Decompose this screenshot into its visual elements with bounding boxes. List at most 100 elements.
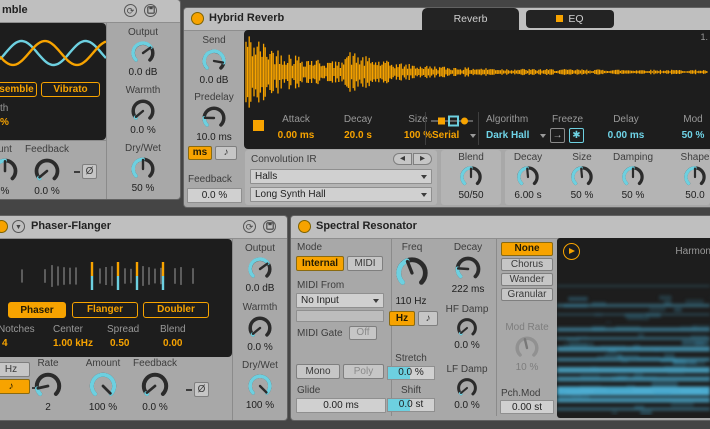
voices-poly-button[interactable]: Poly bbox=[343, 364, 384, 379]
algorithm-selector[interactable]: Dark Hall bbox=[486, 130, 529, 141]
knob-value[interactable]: 6.00 s bbox=[505, 190, 556, 201]
stretch-slider[interactable]: 0.0 % bbox=[387, 366, 435, 380]
attack-value[interactable]: 0.00 ms bbox=[266, 130, 326, 141]
fold-device-icon[interactable]: ▼ bbox=[12, 220, 25, 233]
device-activator-led[interactable] bbox=[298, 220, 311, 233]
freeze-route-button[interactable]: → bbox=[550, 128, 565, 143]
routing-selector[interactable]: Serial bbox=[432, 130, 459, 141]
freq-hz-button[interactable]: Hz bbox=[389, 311, 415, 326]
chorus-output-knob[interactable]: Output 0.0 dB bbox=[110, 27, 176, 78]
knob-value[interactable]: 100 % bbox=[75, 402, 131, 413]
phaser-warmth-knob[interactable]: Warmth 0.0 % bbox=[234, 302, 286, 353]
shift-slider[interactable]: 0.0 st bbox=[387, 398, 435, 412]
ir-prev-button[interactable]: ◂ bbox=[393, 153, 412, 165]
phaser-feedback-knob[interactable]: Feedback 0.0 % bbox=[127, 358, 183, 413]
lf-damp-knob[interactable]: LF Damp 0.0 % bbox=[441, 364, 493, 411]
chorus-feedback-knob[interactable]: Feedback 0.0 % bbox=[25, 144, 69, 197]
knob-value[interactable]: 50 % bbox=[110, 183, 176, 194]
predelay-ms-button[interactable]: ms bbox=[188, 146, 212, 160]
voices-mono-button[interactable]: Mono bbox=[296, 364, 340, 379]
reverb-size-knob[interactable]: Size 50 % bbox=[554, 152, 610, 201]
hf-damp-knob[interactable]: HF Damp 0.0 % bbox=[441, 304, 493, 351]
reverb-blend-knob[interactable]: Blend 50/50 bbox=[441, 152, 501, 201]
hybrid-send-knob[interactable]: Send 0.0 dB bbox=[188, 35, 240, 86]
freq-sync-note-button[interactable]: ♪ bbox=[418, 311, 438, 326]
spectral-freq-knob[interactable] bbox=[391, 254, 433, 292]
decay-value[interactable]: 20.0 s bbox=[328, 130, 388, 141]
device-activator-led[interactable] bbox=[191, 12, 204, 25]
knob-value[interactable]: 50 % bbox=[554, 190, 610, 201]
mode-midi-button[interactable]: MIDI bbox=[347, 256, 383, 271]
ir-next-button[interactable]: ▸ bbox=[413, 153, 432, 165]
knob-value[interactable]: 0.0 % bbox=[441, 400, 493, 411]
freeze-button[interactable]: ✱ bbox=[569, 128, 584, 143]
knob-value[interactable]: 0.0 % bbox=[441, 340, 493, 351]
mode-phaser-button[interactable]: Phaser bbox=[8, 302, 66, 318]
glide-field[interactable]: 0.00 ms bbox=[296, 398, 386, 413]
mod-wander-button[interactable]: Wander bbox=[501, 273, 553, 286]
ir-file-dropdown[interactable]: Long Synth Hall bbox=[250, 187, 432, 202]
mode-internal-button[interactable]: Internal bbox=[296, 256, 344, 271]
ir-category-dropdown[interactable]: Halls bbox=[250, 169, 432, 184]
knob-value[interactable]: 50 % bbox=[605, 190, 661, 201]
knob-value[interactable]: 0.0 dB bbox=[188, 75, 240, 86]
ensemble-mode-button[interactable]: semble bbox=[0, 82, 37, 97]
eq-enable-square[interactable] bbox=[556, 15, 564, 22]
chorus-phase-invert-button[interactable]: Ø bbox=[82, 164, 97, 179]
save-preset-icon[interactable] bbox=[263, 220, 276, 233]
phaser-amount-knob[interactable]: Amount 100 % bbox=[75, 358, 131, 413]
vibrato-mode-button[interactable]: Vibrato bbox=[41, 82, 100, 97]
knob-value[interactable]: 10.0 ms bbox=[186, 132, 242, 143]
hot-swap-icon[interactable]: ⟳ bbox=[124, 4, 137, 17]
mod-granular-button[interactable]: Granular bbox=[501, 288, 553, 301]
reverb-shape-knob[interactable]: Shape 50.0 bbox=[667, 152, 710, 201]
knob-value[interactable]: 222 ms bbox=[444, 284, 492, 295]
freq-value[interactable]: 110 Hz bbox=[386, 296, 436, 307]
mode-doubler-button[interactable]: Doubler bbox=[143, 302, 209, 318]
mod-rate-knob[interactable]: Mod Rate 10 % bbox=[499, 322, 555, 373]
center-value[interactable]: 1.00 kHz bbox=[53, 338, 93, 349]
preview-play-button[interactable] bbox=[563, 243, 580, 260]
hybrid-feedback-field[interactable]: 0.0 % bbox=[187, 188, 242, 203]
attack-enable-square[interactable] bbox=[253, 120, 264, 131]
knob-value[interactable]: 0.0 dB bbox=[110, 67, 176, 78]
hot-swap-icon[interactable]: ⟳ bbox=[243, 220, 256, 233]
blend-value[interactable]: 0.00 bbox=[163, 338, 182, 349]
mode-flanger-button[interactable]: Flanger bbox=[72, 302, 138, 318]
knob-value[interactable]: 0.0 % bbox=[110, 125, 176, 136]
phaser-drywet-knob[interactable]: Dry/Wet 100 % bbox=[234, 360, 286, 411]
knob-value[interactable]: 0.0 % bbox=[234, 342, 286, 353]
delay-value[interactable]: 0.00 ms bbox=[600, 130, 652, 141]
predelay-sync-note-button[interactable]: ♪ bbox=[215, 146, 237, 160]
knob-value[interactable]: 100 % bbox=[234, 400, 286, 411]
tab-reverb[interactable]: Reverb bbox=[422, 8, 519, 30]
pchmod-field[interactable]: 0.00 st bbox=[500, 400, 554, 414]
phaser-phase-invert-button[interactable]: Ø bbox=[194, 382, 209, 397]
midi-gate-button[interactable]: Off bbox=[349, 326, 377, 340]
reverb-damping-knob[interactable]: Damping 50 % bbox=[605, 152, 661, 201]
save-preset-icon[interactable] bbox=[144, 4, 157, 17]
notches-value[interactable]: 4 bbox=[2, 338, 8, 349]
knob-value[interactable]: 50/50 bbox=[441, 190, 501, 201]
midi-channel-field[interactable] bbox=[296, 310, 384, 322]
mod-none-button[interactable]: None bbox=[501, 242, 553, 256]
mod-chorus-button[interactable]: Chorus bbox=[501, 258, 553, 271]
knob-value[interactable]: 0.0 % bbox=[127, 402, 183, 413]
spread-value[interactable]: 0.50 bbox=[110, 338, 129, 349]
tab-eq[interactable]: EQ bbox=[526, 10, 614, 28]
phaser-output-knob[interactable]: Output 0.0 dB bbox=[234, 243, 286, 294]
device-activator-led[interactable] bbox=[0, 220, 8, 233]
knob-value[interactable]: 10 % bbox=[499, 362, 555, 373]
chorus-drywet-knob[interactable]: Dry/Wet 50 % bbox=[110, 143, 176, 194]
chorus-width-value[interactable]: % bbox=[0, 117, 9, 128]
mod-value[interactable]: 50 % bbox=[676, 130, 710, 141]
knob-value[interactable]: 0.0 % bbox=[25, 186, 69, 197]
reverb-decay-knob[interactable]: Decay 6.00 s bbox=[505, 152, 556, 201]
knob-value[interactable]: 2 bbox=[20, 402, 76, 413]
knob-value[interactable]: 0.0 dB bbox=[234, 283, 286, 294]
hybrid-predelay-knob[interactable]: Predelay 10.0 ms bbox=[186, 92, 242, 143]
chorus-warmth-knob[interactable]: Warmth 0.0 % bbox=[110, 85, 176, 136]
midi-from-dropdown[interactable]: No Input bbox=[296, 293, 384, 308]
phaser-rate-knob[interactable]: Rate 2 bbox=[20, 358, 76, 413]
knob-value[interactable]: 50.0 bbox=[667, 190, 710, 201]
